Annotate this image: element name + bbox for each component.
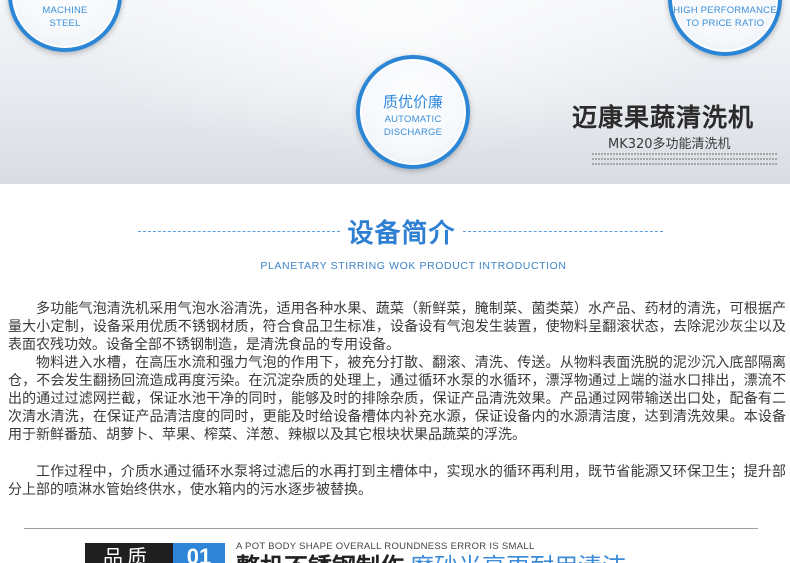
brand-fine-print-decoration [592,153,778,168]
feature-cn-tail: 磨砂光亮更耐用清洁 [410,553,626,563]
badge-en-line: AUTOMATIC [384,114,442,125]
feature-badge-quality: 质优价廉 AUTOMATIC DISCHARGE [356,55,470,169]
feature-cn-title: 整机不锈钢制作 [236,553,404,563]
feature-cn-heading: 整机不锈钢制作磨砂光亮更耐用清洁 [236,552,626,563]
fine-print-line [592,158,778,160]
feature-tag-number: 01 [173,543,225,563]
section-title: 设备简介 [347,219,456,249]
section-subtitle: PLANETARY STIRRING WOK PRODUCT INTRODUCT… [260,260,567,272]
brand-subtitle: MK320多功能清洗机 [608,137,731,152]
badge-en-line: TO PRICE RATIO [685,18,765,29]
badge-en-line: STEEL [49,18,81,29]
feature-en-caption: A POT BODY SHAPE OVERALL ROUNDNESS ERROR… [236,541,535,552]
process-paragraph: 物料进入水槽，在高压水流和强力气泡的作用下，被充分打散、翻滚、清洗、传送。从物料… [8,355,786,443]
heading-dashed-line-right [463,231,663,232]
working-paragraph: 工作过程中，介质水通过循环水泵将过滤后的水再打到主槽体中，实现水的循环再利用，既… [8,464,786,498]
feature-badge-steel-text: MACHINE STEEL [12,4,118,30]
heading-dashed-line-left [138,231,340,232]
fine-print-line [592,153,778,155]
badge-en-line: MACHINE [42,5,88,16]
product-banner: MACHINE STEEL HIGH PERFORMANCE TO PRICE … [0,0,790,184]
badge-en-line: HIGH PERFORMANCE [673,5,777,16]
intro-paragraph: 多功能气泡清洗机采用气泡水浴清洗，适用各种水果、蔬菜（新鲜菜，腌制菜、菌类菜）水… [8,301,786,353]
feature-badge-price-ratio-text: HIGH PERFORMANCE TO PRICE RATIO [672,4,778,30]
section-divider [24,528,758,529]
fine-print-line [592,163,778,165]
brand-title: 迈康果蔬清洗机 [572,103,755,132]
feature-badge-quality-text: AUTOMATIC DISCHARGE [360,113,466,139]
badge-en-line: DISCHARGE [383,127,443,138]
badge-cn-label: 质优价廉 [382,93,443,111]
feature-tag-label: 品质 [85,543,173,563]
